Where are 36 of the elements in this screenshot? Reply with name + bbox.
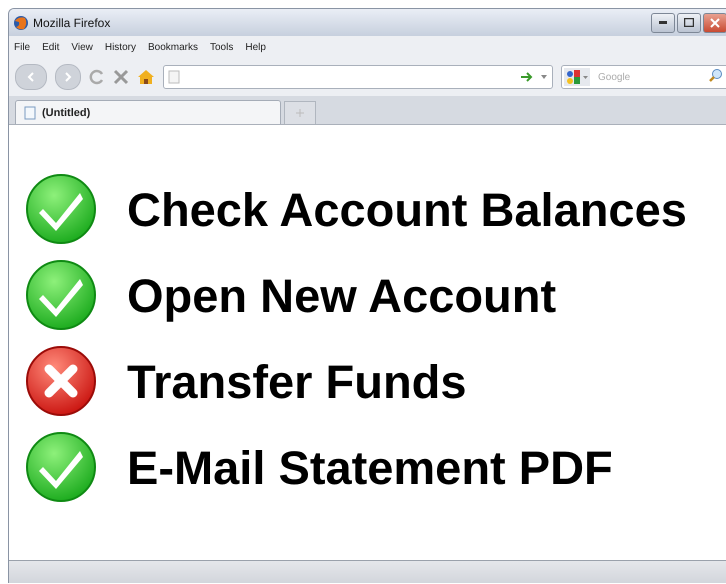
stop-icon[interactable] — [113, 69, 129, 85]
maximize-button[interactable] — [677, 12, 701, 32]
browser-tab[interactable]: (Untitled) — [15, 100, 281, 124]
home-icon[interactable] — [137, 69, 155, 85]
close-icon — [710, 18, 720, 28]
forward-icon — [64, 72, 72, 82]
feature-label: Transfer Funds — [127, 354, 467, 408]
search-icon[interactable] — [709, 68, 723, 82]
menu-item[interactable]: Bookmarks — [148, 42, 198, 52]
globe-icon — [13, 14, 29, 30]
maximize-icon — [684, 18, 694, 27]
search-engine-icon[interactable] — [564, 68, 590, 86]
minimize-button[interactable] — [651, 12, 675, 32]
page-icon — [24, 106, 36, 120]
minimize-icon — [659, 21, 667, 24]
close-button[interactable] — [703, 12, 726, 32]
menu-item[interactable]: View — [71, 42, 93, 52]
plus-icon — [296, 109, 304, 117]
window-title: Mozilla Firefox — [33, 16, 110, 30]
reload-icon[interactable] — [89, 69, 105, 85]
menu-item[interactable]: Edit — [42, 42, 60, 52]
forward-button[interactable] — [55, 64, 81, 90]
back-button[interactable] — [15, 64, 47, 90]
page-icon — [168, 70, 180, 84]
go-arrow-icon[interactable] — [520, 72, 534, 82]
menu-item[interactable]: File — [14, 42, 30, 52]
back-icon — [27, 72, 35, 82]
feature-label: Open New Account — [127, 268, 556, 322]
tab-title: (Untitled) — [42, 106, 90, 118]
feature-label: E-Mail Statement PDF — [127, 440, 613, 494]
menu-item[interactable]: Tools — [210, 42, 234, 52]
menu-item[interactable]: Help — [245, 42, 266, 52]
feature-label: Check Account Balances — [127, 182, 687, 236]
address-field[interactable] — [163, 65, 553, 89]
dropdown-icon[interactable] — [540, 74, 548, 80]
menu-item[interactable]: History — [104, 42, 136, 52]
